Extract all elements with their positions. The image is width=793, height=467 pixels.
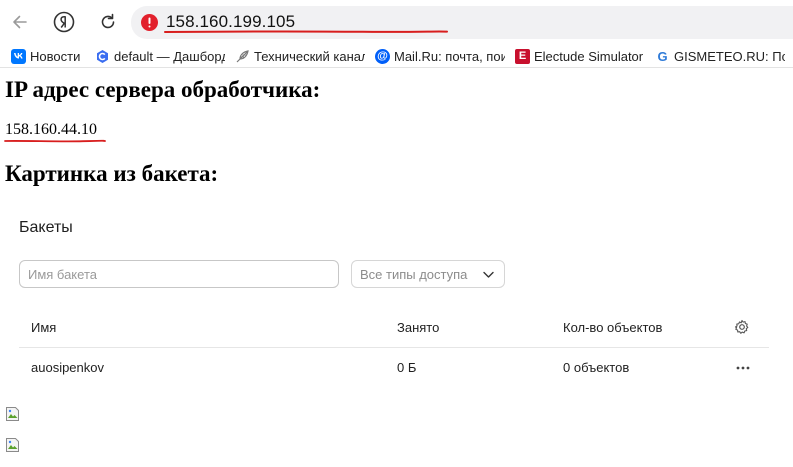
electude-icon: E — [515, 48, 530, 64]
bookmark-news[interactable]: Новости — [11, 47, 91, 65]
broken-image-icon — [6, 407, 19, 421]
server-ip-heading: IP адрес сервера обработчика: — [5, 77, 321, 102]
bucket-picture-heading: Картинка из бакета: — [5, 161, 219, 186]
access-type-select[interactable]: Все типы доступа — [351, 260, 505, 288]
arrow-left-icon — [13, 15, 27, 29]
yandex-logo-icon — [53, 11, 75, 33]
bookmark-label: GISMETEO.RU: Погода — [674, 48, 785, 64]
column-header-name: Имя — [31, 320, 57, 335]
bookmark-label: Новости — [30, 48, 81, 64]
bookmark-electude[interactable]: E Electude Simulator — [515, 47, 643, 65]
bucket-count-cell: 0 объектов — [563, 360, 630, 375]
more-dots-icon[interactable] — [735, 366, 751, 370]
bookmark-default-dashboard[interactable]: default — Дашборд — [95, 47, 225, 65]
gear-icon[interactable] — [734, 319, 750, 335]
vk-icon — [11, 48, 26, 64]
cloud-c-icon — [95, 49, 110, 64]
chevron-down-icon — [483, 271, 494, 278]
column-header-count: Кол-во объектов — [563, 320, 663, 335]
server-ip-value: 158.160.44.10 — [5, 121, 97, 138]
bookmark-tech-channel[interactable]: Технический канал — [235, 47, 365, 65]
address-url[interactable]: 158.160.199.105 — [166, 12, 295, 32]
reload-button[interactable] — [95, 9, 121, 35]
gismeteo-icon: G — [657, 48, 668, 64]
warning-icon[interactable] — [141, 14, 158, 31]
bookmark-label: Технический канал — [254, 48, 365, 64]
bookmark-label: Electude Simulator — [534, 48, 643, 64]
bucket-name-search-input[interactable] — [19, 260, 339, 288]
back-button[interactable] — [7, 9, 33, 35]
column-header-size: Занято — [397, 320, 440, 335]
at-icon: @ — [375, 48, 390, 64]
broken-image-icon — [6, 438, 19, 452]
table-divider — [19, 347, 769, 348]
bookmark-label: Mail.Ru: почта, поиск — [394, 48, 505, 64]
bookmark-gismeteo[interactable]: G GISMETEO.RU: Погода — [655, 47, 785, 65]
reload-icon — [101, 13, 115, 29]
bookmark-mailru[interactable]: @ Mail.Ru: почта, поиск — [375, 47, 505, 65]
bucket-name-cell[interactable]: auosipenkov — [31, 360, 104, 375]
feather-icon — [235, 49, 250, 64]
bookmark-label: default — Дашборд — [114, 48, 225, 64]
buckets-title: Бакеты — [19, 219, 73, 236]
browser-toolbar: 158.160.199.105 — [0, 0, 793, 44]
address-bar[interactable]: 158.160.199.105 — [131, 6, 793, 39]
bookmarks-bar: Новости default — Дашборд Технический ка… — [0, 44, 793, 68]
bucket-console-image: Бакеты Все типы доступа Имя Занято Кол-в… — [0, 200, 793, 400]
exclamation-icon — [148, 17, 151, 28]
bucket-size-cell: 0 Б — [397, 360, 417, 375]
access-type-select-value: Все типы доступа — [360, 266, 468, 282]
yandex-button[interactable] — [51, 9, 77, 35]
